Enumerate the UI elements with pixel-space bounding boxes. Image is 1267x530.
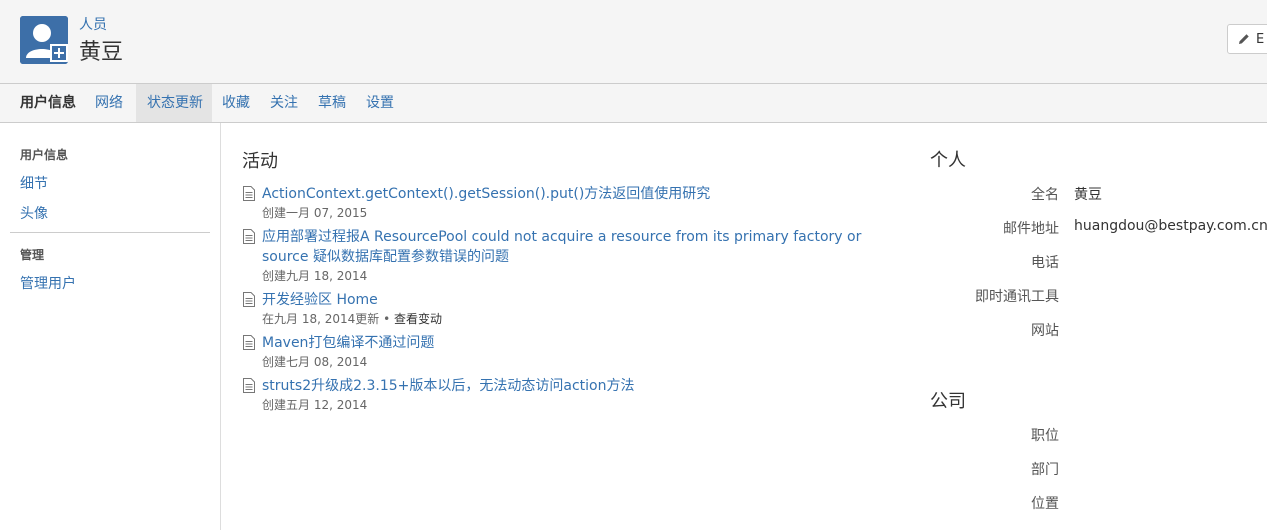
- profile-tabs: 用户信息 网络 状态更新 收藏 关注 草稿 设置: [0, 84, 1267, 123]
- tab-watches[interactable]: 关注: [260, 84, 308, 122]
- company-title: 公司: [930, 391, 966, 412]
- field-label: 邮件地址: [1003, 221, 1059, 237]
- activity-item: 应用部署过程报A ResourcePool could not acquire …: [243, 227, 883, 287]
- profile-field-position: 职位: [930, 425, 1267, 445]
- activity-link[interactable]: 开发经验区 Home: [262, 290, 887, 310]
- activity-link[interactable]: struts2升级成2.3.15+版本以后，无法动态访问action方法: [262, 376, 887, 396]
- profile-field-location: 位置: [930, 493, 1267, 513]
- activity-item: ActionContext.getContext().getSession().…: [243, 184, 883, 224]
- tab-profile[interactable]: 用户信息: [10, 84, 86, 122]
- field-label: 电话: [1031, 255, 1059, 271]
- sidebar-item-admin-user[interactable]: 管理用户: [20, 273, 76, 293]
- profile-field-department: 部门: [930, 459, 1267, 479]
- profile-field-website: 网站: [930, 320, 1267, 340]
- field-value: huangdou@bestpay.com.cn: [1074, 218, 1267, 234]
- field-value: 黄豆: [1074, 187, 1102, 203]
- avatar[interactable]: [20, 16, 68, 64]
- activity-link[interactable]: 应用部署过程报A ResourcePool could not acquire …: [262, 227, 887, 267]
- profile-field-email: 邮件地址 huangdou@bestpay.com.cn: [930, 218, 1267, 238]
- edit-button[interactable]: E: [1227, 24, 1267, 54]
- activity-meta: 创建五月 12, 2014: [262, 398, 368, 412]
- profile-field-im: 即时通讯工具: [930, 286, 1267, 306]
- profile-field-phone: 电话: [930, 252, 1267, 272]
- breadcrumb-people[interactable]: 人员: [79, 14, 107, 34]
- activity-title: 活动: [242, 151, 278, 172]
- sidebar: 用户信息 细节 头像 管理 管理用户: [0, 123, 221, 530]
- page-icon: [243, 335, 255, 350]
- meta-separator: •: [379, 312, 394, 326]
- user-avatar-icon: [20, 16, 68, 64]
- field-label: 全名: [1031, 187, 1059, 203]
- page-title: 黄豆: [79, 40, 124, 65]
- activity-link[interactable]: Maven打包编译不通过问题: [262, 333, 887, 353]
- field-label: 网站: [1031, 323, 1059, 339]
- field-label: 部门: [1031, 462, 1059, 478]
- sidebar-heading-profile: 用户信息: [20, 148, 69, 162]
- tab-network[interactable]: 网络: [86, 84, 136, 122]
- sidebar-item-avatar[interactable]: 头像: [20, 203, 48, 223]
- activity-meta-text: 在九月 18, 2014更新: [262, 312, 380, 326]
- activity-link[interactable]: ActionContext.getContext().getSession().…: [262, 184, 887, 204]
- sidebar-divider: [10, 232, 210, 233]
- activity-item: Maven打包编译不通过问题 创建七月 08, 2014: [243, 333, 883, 373]
- tab-settings[interactable]: 设置: [356, 84, 404, 122]
- tab-status-updates[interactable]: 状态更新: [136, 84, 212, 122]
- activity-item: 开发经验区 Home 在九月 18, 2014更新 • 查看变动: [243, 290, 883, 330]
- activity-item: struts2升级成2.3.15+版本以后，无法动态访问action方法 创建五…: [243, 376, 883, 416]
- tab-drafts[interactable]: 草稿: [308, 84, 356, 122]
- profile-field-fullname: 全名 黄豆: [930, 184, 1267, 204]
- page-icon: [243, 229, 255, 244]
- page-icon: [243, 292, 255, 307]
- activity-meta: 创建七月 08, 2014: [262, 355, 368, 369]
- page-icon: [243, 186, 255, 201]
- field-label: 即时通讯工具: [975, 289, 1059, 305]
- page-header: 人员 黄豆 E: [0, 0, 1267, 84]
- field-label: 职位: [1031, 428, 1059, 444]
- activity-meta: 创建九月 18, 2014: [262, 269, 368, 283]
- personal-title: 个人: [930, 150, 966, 171]
- view-change-link[interactable]: 查看变动: [394, 312, 442, 326]
- sidebar-item-details[interactable]: 细节: [20, 173, 48, 193]
- edit-button-label: E: [1256, 31, 1265, 47]
- field-label: 位置: [1031, 496, 1059, 512]
- page-icon: [243, 378, 255, 393]
- tab-favourites[interactable]: 收藏: [212, 84, 260, 122]
- activity-meta: 创建一月 07, 2015: [262, 206, 368, 220]
- activity-meta: 在九月 18, 2014更新 • 查看变动: [262, 310, 442, 327]
- pencil-icon: [1239, 34, 1249, 44]
- sidebar-heading-admin: 管理: [20, 248, 45, 262]
